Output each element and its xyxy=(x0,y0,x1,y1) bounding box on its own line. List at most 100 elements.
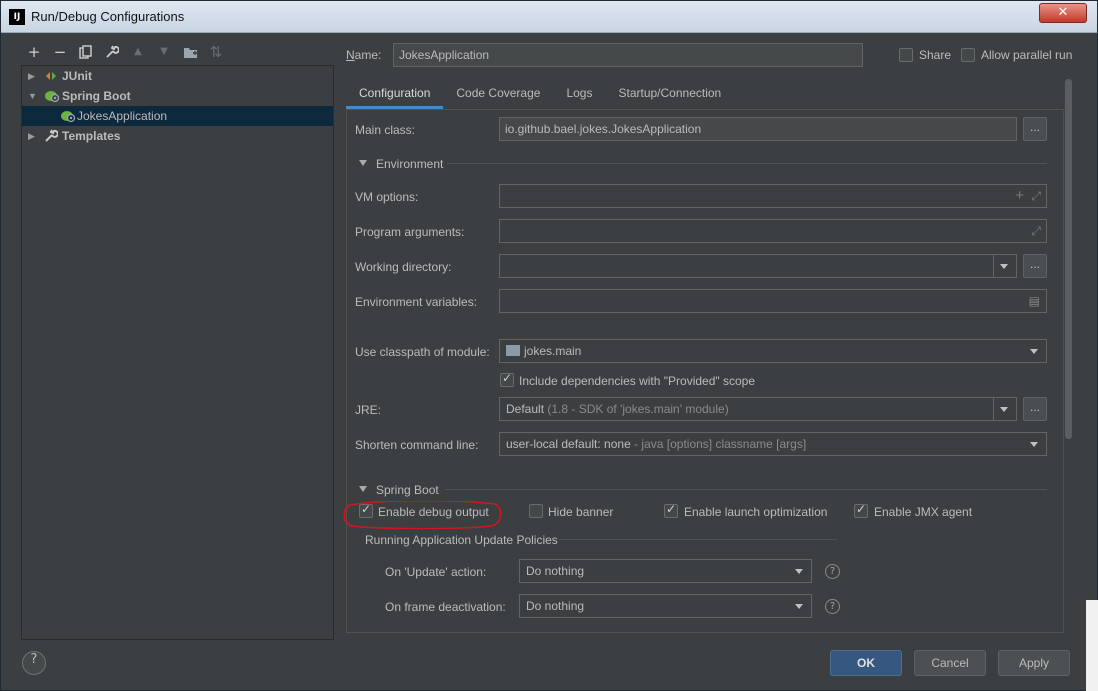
tab-code-coverage[interactable]: Code Coverage xyxy=(443,81,553,109)
collapse-environment-icon[interactable] xyxy=(359,160,367,166)
chevron-right-icon[interactable]: ▶ xyxy=(28,66,35,86)
classpath-module-combo[interactable]: jokes.main xyxy=(499,339,1047,363)
cancel-button[interactable]: Cancel xyxy=(914,650,986,676)
config-toolbar: + − ▲ ▼ ⇅ xyxy=(23,41,227,63)
tree-item-label: JUnit xyxy=(62,69,92,83)
on-frame-deactivation-combo[interactable]: Do nothing xyxy=(519,594,812,618)
main-class-label: Main class: xyxy=(355,123,416,137)
environment-section-title: Environment xyxy=(376,157,444,171)
shorten-command-line-combo[interactable]: user-local default: none - java [options… xyxy=(499,432,1047,456)
working-directory-browse-button[interactable]: ... xyxy=(1023,254,1047,278)
include-provided-label: Include dependencies with "Provided" sco… xyxy=(519,374,756,388)
classpath-module-label: Use classpath of module: xyxy=(355,345,490,359)
chevron-right-icon[interactable]: ▶ xyxy=(28,126,35,146)
window-title: Run/Debug Configurations xyxy=(31,9,185,24)
shorten-value: user-local default: none xyxy=(506,437,631,451)
close-button[interactable]: ✕ xyxy=(1039,3,1087,23)
tree-item-label: Spring Boot xyxy=(62,89,131,103)
working-directory-label: Working directory: xyxy=(355,260,452,274)
vertical-scrollbar[interactable] xyxy=(1065,79,1072,439)
tree-item-templates[interactable]: ▶ Templates xyxy=(22,126,333,146)
help-button[interactable]: ? xyxy=(22,651,46,675)
add-icon[interactable]: + xyxy=(23,41,45,63)
chevron-down-icon xyxy=(795,569,803,574)
red-annotation-ellipse xyxy=(343,501,502,529)
jmx-agent-label: Enable JMX agent xyxy=(874,505,973,519)
jre-browse-button[interactable]: ... xyxy=(1023,397,1047,421)
tab-bar: Configuration Code Coverage Logs Startup… xyxy=(346,81,734,109)
collapse-spring-boot-icon[interactable] xyxy=(359,486,367,492)
chevron-down-icon xyxy=(1030,442,1038,447)
remove-icon[interactable]: − xyxy=(49,41,71,63)
spring-boot-icon xyxy=(44,89,60,103)
tree-item-spring-boot[interactable]: ▼ Spring Boot xyxy=(22,86,333,106)
vm-options-input[interactable]: + ⤢ xyxy=(499,184,1047,208)
launch-optimization-checkbox[interactable] xyxy=(664,502,678,518)
tab-divider xyxy=(346,109,1071,110)
configuration-tree: ▶ JUnit ▼ Spring Boot JokesApplication ▶… xyxy=(21,65,334,640)
chevron-down-icon xyxy=(1000,407,1008,412)
jmx-agent-checkbox[interactable] xyxy=(854,502,868,518)
intellij-app-icon: IJ xyxy=(9,9,25,25)
jre-detail: (1.8 - SDK of 'jokes.main' module) xyxy=(547,402,729,416)
hide-banner-checkbox[interactable] xyxy=(529,504,543,518)
environment-variables-label: Environment variables: xyxy=(355,295,478,309)
main-class-input[interactable]: io.github.bael.jokes.JokesApplication xyxy=(499,117,1017,141)
vm-options-label: VM options: xyxy=(355,190,419,204)
tab-startup-connection[interactable]: Startup/Connection xyxy=(605,81,734,109)
program-arguments-label: Program arguments: xyxy=(355,225,465,239)
jre-combo[interactable]: Default (1.8 - SDK of 'jokes.main' modul… xyxy=(499,397,1017,421)
main-class-browse-button[interactable]: ... xyxy=(1023,117,1047,141)
copy-icon[interactable] xyxy=(75,41,97,63)
share-checkbox[interactable] xyxy=(899,48,913,62)
chevron-down-icon xyxy=(795,604,803,609)
allow-parallel-checkbox[interactable] xyxy=(961,48,975,62)
name-label: Name: xyxy=(346,48,382,62)
spring-boot-separator xyxy=(445,489,1047,490)
document-icon[interactable]: ▤ xyxy=(1029,290,1040,312)
background-window-edge xyxy=(1086,600,1098,691)
tree-item-jokes-application[interactable]: JokesApplication xyxy=(22,106,333,126)
environment-separator xyxy=(447,163,1047,164)
ok-button[interactable]: OK xyxy=(830,650,902,676)
move-down-icon[interactable]: ▼ xyxy=(153,41,175,63)
share-label: Share xyxy=(919,48,952,62)
wrench-edit-icon[interactable] xyxy=(101,41,123,63)
chevron-down-icon[interactable]: ▼ xyxy=(28,86,37,106)
wrench-icon xyxy=(44,129,59,143)
folder-icon[interactable] xyxy=(179,41,201,63)
tab-configuration[interactable]: Configuration xyxy=(346,81,444,109)
add-option-icon[interactable]: + xyxy=(1015,185,1024,207)
tree-item-junit[interactable]: ▶ JUnit xyxy=(22,66,333,86)
on-frame-deactivation-label: On frame deactivation: xyxy=(385,600,506,614)
hide-banner-label: Hide banner xyxy=(548,505,614,519)
classpath-module-value: jokes.main xyxy=(524,344,582,358)
shorten-command-line-label: Shorten command line: xyxy=(355,438,479,452)
on-frame-value: Do nothing xyxy=(526,599,585,613)
name-input[interactable]: JokesApplication xyxy=(393,43,863,67)
on-update-combo[interactable]: Do nothing xyxy=(519,559,812,583)
expand-icon[interactable]: ⤢ xyxy=(1031,220,1041,242)
shorten-detail: - java [options] classname [args] xyxy=(634,437,807,451)
jre-value: Default xyxy=(506,402,545,416)
tab-logs[interactable]: Logs xyxy=(553,81,605,109)
program-arguments-input[interactable]: ⤢ xyxy=(499,219,1047,243)
junit-icon xyxy=(44,69,58,83)
allow-parallel-label: Allow parallel run xyxy=(981,48,1073,62)
working-directory-combo[interactable] xyxy=(499,254,1017,278)
move-up-icon[interactable]: ▲ xyxy=(127,41,149,63)
on-frame-help-icon[interactable]: ? xyxy=(825,599,840,614)
spring-boot-app-icon xyxy=(60,109,76,123)
tree-item-label: Templates xyxy=(62,129,121,143)
expand-icon[interactable]: ⤢ xyxy=(1031,185,1041,207)
include-provided-checkbox[interactable] xyxy=(500,371,514,387)
on-update-help-icon[interactable]: ? xyxy=(825,564,840,579)
spring-boot-section-title: Spring Boot xyxy=(376,483,439,497)
policies-separator xyxy=(559,539,837,540)
on-update-label: On 'Update' action: xyxy=(385,565,487,579)
module-folder-icon xyxy=(506,345,520,356)
launch-optimization-label: Enable launch optimization xyxy=(684,505,828,519)
sort-icon[interactable]: ⇅ xyxy=(205,41,227,63)
environment-variables-input[interactable]: ▤ xyxy=(499,289,1047,313)
apply-button[interactable]: Apply xyxy=(998,650,1070,676)
